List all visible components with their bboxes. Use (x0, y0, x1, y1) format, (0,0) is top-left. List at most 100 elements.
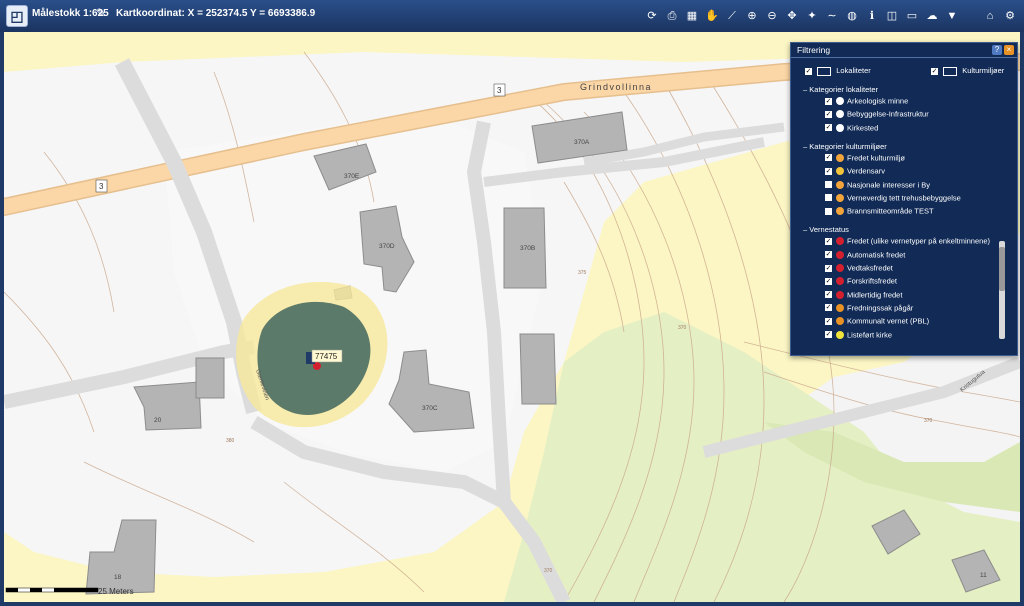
settings-icon[interactable]: ⚙ (1002, 8, 1018, 24)
legend-symbol-icon (836, 290, 844, 299)
building-label: 370D (379, 243, 395, 250)
filter-item[interactable]: ✓ Vedtaksfredet (825, 263, 893, 275)
legend-symbol-icon (836, 207, 844, 216)
filter-checkbox[interactable]: ✓ (825, 110, 832, 118)
legend-symbol-icon (836, 110, 844, 119)
filter-checkbox[interactable]: ✓ (825, 304, 832, 312)
building-label: 11 (980, 572, 987, 579)
tool-buttons: ⟳ ⎙ ▦ ✋ ⟋ ⊕ ⊖ ✥ ✦ ∼ ◍ ℹ ◫ ▭ ☁ ▼ ⌂ ⚙ (644, 8, 1018, 24)
refresh-icon[interactable]: ⟳ (644, 8, 660, 24)
filter-checkbox[interactable]: ✓ (825, 317, 832, 325)
legend-symbol-icon (836, 303, 844, 312)
site-id-label[interactable]: 77475 (315, 352, 338, 361)
filter-checkbox[interactable]: ✓ (825, 181, 832, 189)
layer-label-lokaliteter: Lokaliteter (836, 66, 871, 75)
filter-checkbox[interactable]: ✓ (825, 251, 832, 259)
scale-bar-label: 25 Meters (98, 587, 134, 596)
zoom-out-icon[interactable]: ⊖ (764, 8, 780, 24)
filter-item[interactable]: ✓ Arkeologisk minne (825, 96, 908, 108)
filter-section-title: Vernestatus (809, 225, 849, 235)
measure-icon[interactable]: ⟋ (724, 8, 740, 24)
filter-label: Verdensarv (847, 166, 885, 176)
star-icon[interactable]: ✦ (804, 8, 820, 24)
filter-item[interactable]: ✓ Verneverdig tett trehusbebyggelse (825, 193, 961, 205)
legend-symbol-icon (836, 153, 844, 162)
filter-item[interactable]: ✓ Verdensarv (825, 166, 885, 178)
layer-icon (817, 66, 832, 76)
filter-checkbox[interactable]: ✓ (825, 277, 832, 285)
filter-checkbox[interactable]: ✓ (825, 331, 832, 339)
scrollbar[interactable] (999, 241, 1005, 339)
filter-icon[interactable]: ▼ (944, 8, 960, 24)
hand-icon[interactable]: ✋ (704, 8, 720, 24)
filter-label: Fredet kulturmiljø (847, 153, 905, 163)
filter-label: Kirkested (847, 123, 879, 133)
scrollbar-thumb[interactable] (999, 247, 1005, 291)
home-icon[interactable]: ⌂ (982, 8, 998, 24)
filter-checkbox[interactable]: ✓ (825, 194, 832, 202)
legend-symbol-icon (836, 180, 844, 189)
line-icon[interactable]: ∼ (824, 8, 840, 24)
filter-section-header[interactable]: – Kategorier kulturmiljøer (803, 142, 887, 151)
filter-checkbox[interactable]: ✓ (825, 97, 832, 105)
filter-checkbox[interactable]: ✓ (825, 154, 832, 162)
filter-checkbox[interactable]: ✓ (825, 167, 832, 175)
checkbox-kulturmiljoer[interactable]: ✓ (931, 67, 938, 75)
contour-label: 370 (678, 325, 687, 331)
building-label: 370E (344, 173, 360, 180)
filter-label: Listeført kirke (847, 330, 893, 340)
filter-item[interactable]: ✓ Fredet kulturmiljø (825, 153, 905, 165)
ruler-icon[interactable]: ▭ (904, 8, 920, 24)
filter-item[interactable]: ✓ Forskriftsfredet (825, 276, 897, 288)
zoom-in-icon[interactable]: ⊕ (744, 8, 760, 24)
filter-item[interactable]: ✓ Automatisk fredet (825, 250, 905, 262)
filter-item[interactable]: ✓ Kommunalt vernet (PBL) (825, 316, 929, 328)
globe-icon[interactable]: ◍ (844, 8, 860, 24)
pan-icon[interactable]: ✥ (784, 8, 800, 24)
close-icon[interactable]: × (1004, 45, 1014, 55)
filter-checkbox[interactable]: ✓ (825, 264, 832, 272)
app-logo-icon[interactable]: ◰ (6, 5, 28, 27)
map-icon[interactable]: ▦ (684, 8, 700, 24)
filter-item[interactable]: ✓ Brannsmitteområde TEST (825, 206, 934, 218)
road-number-label-2: 3 (99, 182, 104, 191)
filter-label: Forskriftsfredet (847, 276, 898, 286)
filter-item[interactable]: ✓ Kirkested (825, 123, 878, 135)
filter-item[interactable]: ✓ Bebyggelse-Infrastruktur (825, 109, 929, 121)
layers-icon[interactable]: ◫ (884, 8, 900, 24)
filter-label: Automatisk fredet (847, 250, 906, 260)
filter-checkbox[interactable]: ✓ (825, 207, 832, 215)
print-icon[interactable]: ⎙ (664, 8, 680, 24)
legend-symbol-icon (836, 317, 844, 326)
coordinate-readout: Kartkoordinat: X = 252374.5 Y = 6693386.… (116, 8, 316, 19)
filter-checkbox[interactable]: ✓ (825, 237, 832, 245)
filter-label: Nasjonale interesser i By (847, 180, 930, 190)
filter-checkbox[interactable]: ✓ (825, 291, 832, 299)
legend-symbol-icon (836, 123, 844, 132)
pencil-icon[interactable]: ✎ (96, 6, 106, 20)
legend-symbol-icon (836, 237, 844, 246)
cloud-icon[interactable]: ☁ (924, 8, 940, 24)
legend-symbol-icon (836, 330, 844, 339)
filter-item[interactable]: ✓ Midlertidig fredet (825, 290, 902, 302)
scale-bar (5, 587, 99, 593)
filter-item[interactable]: ✓ Fredet (ulike vernetyper på enkeltminne… (825, 236, 990, 248)
info-icon[interactable]: ℹ (864, 8, 880, 24)
filter-label: Bebyggelse-Infrastruktur (847, 109, 929, 119)
contour-label: 375 (578, 270, 587, 276)
legend-symbol-icon (836, 250, 844, 259)
legend-symbol-icon (836, 193, 844, 202)
filter-item[interactable]: ✓ Nasjonale interesser i By (825, 180, 930, 192)
checkbox-lokaliteter[interactable]: ✓ (805, 67, 812, 75)
filter-section-header[interactable]: – Kategorier lokaliteter (803, 85, 878, 94)
help-icon[interactable]: ? (992, 45, 1002, 55)
filter-checkbox[interactable]: ✓ (825, 124, 832, 132)
filter-label: Kommunalt vernet (PBL) (847, 316, 930, 326)
filter-section-header[interactable]: – Vernestatus (803, 225, 849, 234)
filter-label: Fredningssak pågår (847, 303, 914, 313)
filter-item[interactable]: ✓ Listeført kirke (825, 330, 892, 342)
filter-section-title: Kategorier lokaliteter (809, 85, 879, 94)
filter-item[interactable]: ✓ Fredningssak pågår (825, 303, 913, 315)
legend-symbol-icon (836, 277, 844, 286)
filter-label: Verneverdig tett trehusbebyggelse (847, 193, 961, 203)
